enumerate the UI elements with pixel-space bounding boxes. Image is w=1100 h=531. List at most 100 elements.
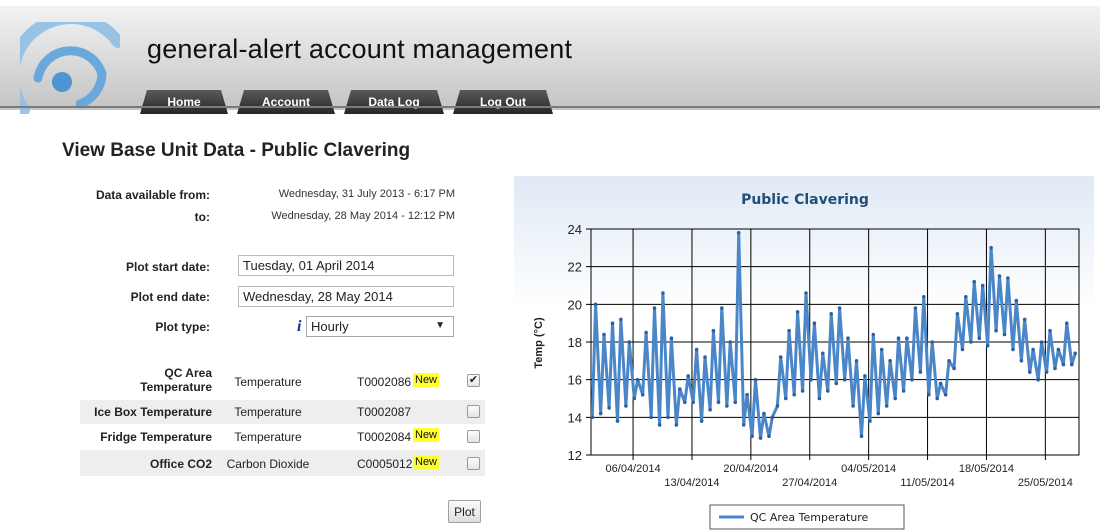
data-point: [817, 396, 822, 401]
data-point: [851, 404, 855, 408]
y-tick-label: 20: [568, 297, 582, 312]
nav-tab-data-log[interactable]: Data Log: [344, 90, 444, 114]
sensor-checkbox[interactable]: [467, 405, 480, 418]
sensor-checkbox[interactable]: ✔: [467, 374, 480, 387]
data-point: [661, 291, 665, 295]
data-point: [947, 359, 951, 363]
y-tick-label: 12: [568, 448, 582, 463]
data-point: [800, 389, 805, 393]
main-nav: Home Account Data Log Log Out: [140, 90, 562, 114]
data-point: [598, 411, 603, 416]
data-point: [826, 389, 830, 393]
plot-type-label: Plot type:: [155, 320, 210, 334]
series-qc-area-temperature: [590, 231, 1077, 440]
data-point: [1011, 347, 1015, 352]
data-point: [943, 392, 948, 397]
sensor-name: Ice Box Temperature: [94, 405, 212, 419]
data-point: [733, 400, 738, 405]
data-point: [1073, 351, 1077, 356]
data-point: [686, 374, 690, 378]
chart-panel: Public Clavering 12 14 16 18 20 22 24 06/04/20…: [514, 176, 1094, 531]
data-point: [893, 396, 897, 401]
x-tick-label: 06/04/2014: [606, 463, 661, 475]
data-point: [787, 328, 791, 333]
sensor-row: QC Area Temperature Temperature T0002086…: [80, 362, 485, 400]
y-tick-label: 18: [568, 335, 582, 350]
sensor-type: Carbon Dioxide: [226, 457, 310, 471]
sensor-name: Fridge Temperature: [100, 430, 212, 444]
dropdown-arrow-icon: ▼: [435, 320, 445, 331]
x-tick-label: 13/04/2014: [664, 477, 719, 489]
data-available-to-label: to:: [194, 210, 210, 224]
data-point: [632, 396, 637, 401]
data-point: [859, 434, 864, 439]
chart-title: Public Clavering: [741, 192, 869, 208]
data-point: [590, 415, 595, 420]
data-point: [896, 336, 901, 340]
data-point: [1031, 347, 1035, 352]
nav-tab-log-out[interactable]: Log Out: [453, 90, 553, 114]
plot-type-select[interactable]: Hourly ▼: [306, 316, 454, 337]
data-point: [615, 419, 620, 423]
data-point: [1039, 340, 1044, 344]
data-point: [821, 351, 825, 356]
data-point: [930, 340, 934, 344]
legend-label: QC Area Temperature: [750, 511, 869, 524]
plot-start-date-input[interactable]: Tuesday, 01 April 2014: [238, 255, 454, 276]
data-point: [691, 400, 695, 405]
data-point: [884, 404, 889, 408]
data-point: [762, 411, 766, 416]
sensor-name-line: Temperature: [140, 380, 212, 394]
data-point: [1044, 370, 1049, 374]
data-point: [901, 389, 906, 393]
nav-tab-account[interactable]: Account: [237, 90, 335, 114]
y-tick-label: 24: [568, 222, 582, 237]
sensor-serial: T0002086: [357, 375, 412, 389]
sensor-serial: C0005012: [357, 457, 413, 471]
sensor-checkbox[interactable]: [467, 430, 480, 443]
data-point: [846, 336, 850, 340]
header-divider: [0, 106, 1100, 108]
data-point: [994, 328, 998, 333]
data-point: [980, 283, 985, 288]
data-point: [829, 312, 833, 316]
series-line: [590, 231, 1077, 440]
data-point: [1028, 370, 1032, 374]
page-title: View Base Unit Data - Public Clavering: [62, 140, 411, 161]
plot-type-value: Hourly: [311, 319, 349, 334]
sensor-type: Temperature: [234, 430, 302, 444]
data-point: [736, 231, 741, 235]
data-point: [1061, 362, 1066, 367]
plot-end-date-input[interactable]: Wednesday, 28 May 2014: [238, 286, 454, 307]
plot-start-date-label: Plot start date:: [125, 260, 210, 274]
data-point: [952, 366, 956, 371]
data-point: [703, 355, 707, 359]
x-tick-label: 04/05/2014: [841, 463, 896, 475]
sensor-checkbox[interactable]: [467, 457, 480, 470]
info-icon[interactable]: i: [297, 318, 301, 336]
x-tick-label: 27/04/2014: [782, 477, 837, 489]
data-point: [842, 377, 847, 382]
data-point: [1006, 276, 1010, 280]
y-axis-label: Temp (°C): [533, 317, 545, 369]
x-tick-label: 11/05/2014: [900, 477, 954, 489]
data-point: [977, 336, 982, 340]
data-point: [619, 317, 623, 322]
x-tick-label: 20/04/2014: [723, 463, 778, 475]
data-available-from-value: Wednesday, 31 July 2013 - 6:17 PM: [278, 188, 455, 200]
data-point: [1056, 347, 1061, 352]
nav-tab-home[interactable]: Home: [140, 90, 228, 114]
data-point: [725, 404, 729, 408]
data-point: [745, 392, 749, 397]
plot-button[interactable]: Plot: [448, 500, 481, 523]
data-point: [863, 374, 867, 378]
data-point: [809, 377, 813, 382]
data-point: [593, 302, 598, 307]
new-badge: New: [413, 373, 440, 387]
new-badge: New: [413, 455, 440, 469]
data-point: [927, 392, 931, 397]
app-title: general-alert account management: [147, 34, 573, 64]
data-point: [1019, 359, 1024, 363]
plot-end-date-label: Plot end date:: [130, 290, 210, 304]
data-point: [804, 291, 808, 295]
